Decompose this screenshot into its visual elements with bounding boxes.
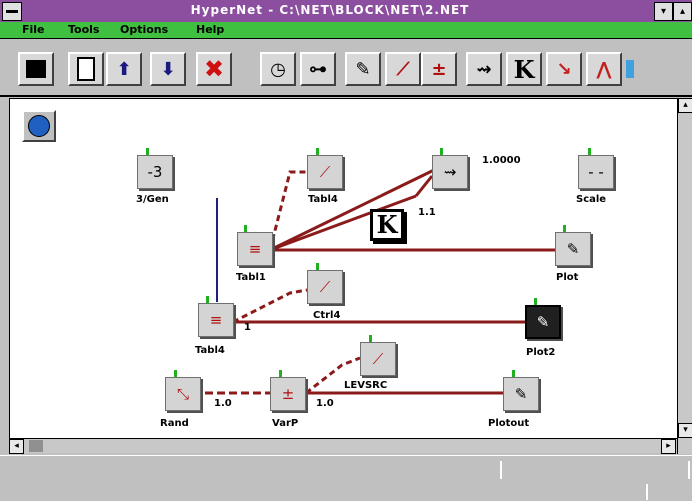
gen-label: 3/Gen: [136, 194, 169, 205]
plot-node-1[interactable]: ✎: [555, 232, 591, 266]
table-node-3[interactable]: ≡: [198, 303, 234, 337]
levsrc-label: LEVSRC: [344, 380, 388, 391]
scroll-right-button[interactable]: ▸: [661, 439, 676, 454]
rand-label: Rand: [160, 418, 189, 429]
arrow-node-value: 1.0000: [482, 155, 521, 166]
node-pin: [146, 148, 149, 155]
node-pin: [316, 148, 319, 155]
node-pin: [534, 298, 537, 305]
plot-node-2[interactable]: ✎: [525, 305, 561, 339]
horizontal-scrollbar[interactable]: ◂ ▸: [9, 438, 676, 454]
plot-node-2-label: Plot2: [526, 347, 556, 358]
gain-k-value: 1.1: [418, 207, 436, 218]
table-node-2[interactable]: ≡: [237, 232, 273, 266]
rand-icon: ⤡: [176, 385, 189, 403]
calc-icon: ±: [281, 385, 295, 403]
varp-value: 1.0: [316, 398, 334, 409]
node-pin: [279, 370, 282, 377]
ramp-icon: ⟋: [319, 163, 331, 181]
gen-node[interactable]: -3: [137, 155, 173, 189]
arrow-node[interactable]: ⇝: [432, 155, 468, 189]
plot-node-3[interactable]: ✎: [503, 377, 539, 411]
rand-node[interactable]: ⤡: [165, 377, 201, 411]
ctrl-node[interactable]: ⟋: [307, 270, 343, 304]
node-pin: [244, 225, 247, 232]
vertical-scrollbar[interactable]: ▴ ▾: [677, 98, 692, 454]
table-node-3-value: 1: [244, 322, 251, 333]
scroll-up-button[interactable]: ▴: [678, 98, 692, 113]
node-pin: [206, 296, 209, 303]
pipe-icon: ✎: [566, 240, 580, 258]
status-divider: [500, 461, 502, 479]
status-divider: [688, 461, 690, 479]
scale-icon: - -: [588, 163, 604, 181]
node-pin: [588, 148, 591, 155]
node-pin: [316, 263, 319, 270]
pipe-icon: ✎: [536, 313, 550, 331]
node-pin: [512, 370, 515, 377]
status-bar: [0, 455, 692, 501]
ramp-icon: ⟋: [372, 350, 384, 368]
rand-value: 1.0: [214, 398, 232, 409]
table-icon: ≡: [209, 311, 223, 329]
pipe-icon: ✎: [514, 385, 528, 403]
gain-k-node[interactable]: K: [370, 209, 404, 241]
levsrc-node[interactable]: ⟋: [360, 342, 396, 376]
scale-label: Scale: [576, 194, 607, 205]
node-pin: [369, 335, 372, 342]
wire: [232, 288, 308, 324]
varp-label: VarP: [272, 418, 299, 429]
wire: [269, 168, 435, 252]
status-divider: [646, 484, 648, 500]
table-node-2-label: Tabl1: [236, 272, 266, 283]
gen-icon: -3: [147, 163, 163, 181]
varp-node[interactable]: ±: [270, 377, 306, 411]
plot-node-3-label: Plotout: [488, 418, 530, 429]
table-node-3-label: Tabl4: [195, 345, 225, 356]
table-icon: ≡: [248, 240, 262, 258]
scroll-thumb[interactable]: [29, 440, 43, 452]
ctrl-label: Ctrl4: [313, 310, 341, 321]
scroll-left-button[interactable]: ◂: [9, 439, 24, 454]
plot-node-1-label: Plot: [556, 272, 579, 283]
scale-node[interactable]: - -: [578, 155, 614, 189]
node-pin: [440, 148, 443, 155]
node-pin: [563, 225, 566, 232]
table-node-1-label: Tabl4: [308, 194, 338, 205]
table-node-1[interactable]: ⟋: [307, 155, 343, 189]
node-pin: [174, 370, 177, 377]
arrow-icon: ⇝: [443, 163, 457, 181]
scroll-down-button[interactable]: ▾: [678, 423, 692, 438]
ramp-icon: ⟋: [319, 278, 331, 296]
